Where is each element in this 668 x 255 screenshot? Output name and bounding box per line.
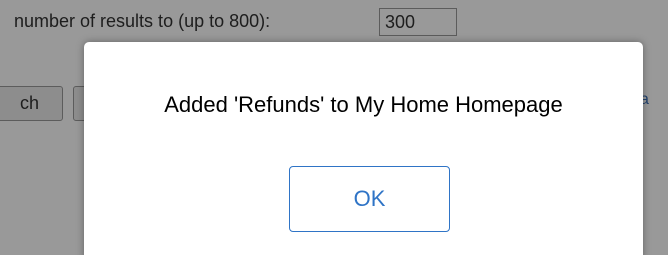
dialog-message: Added 'Refunds' to My Home Homepage [164, 92, 563, 117]
confirmation-dialog: Added 'Refunds' to My Home Homepage OK [84, 42, 643, 255]
ok-button[interactable]: OK [289, 166, 450, 232]
